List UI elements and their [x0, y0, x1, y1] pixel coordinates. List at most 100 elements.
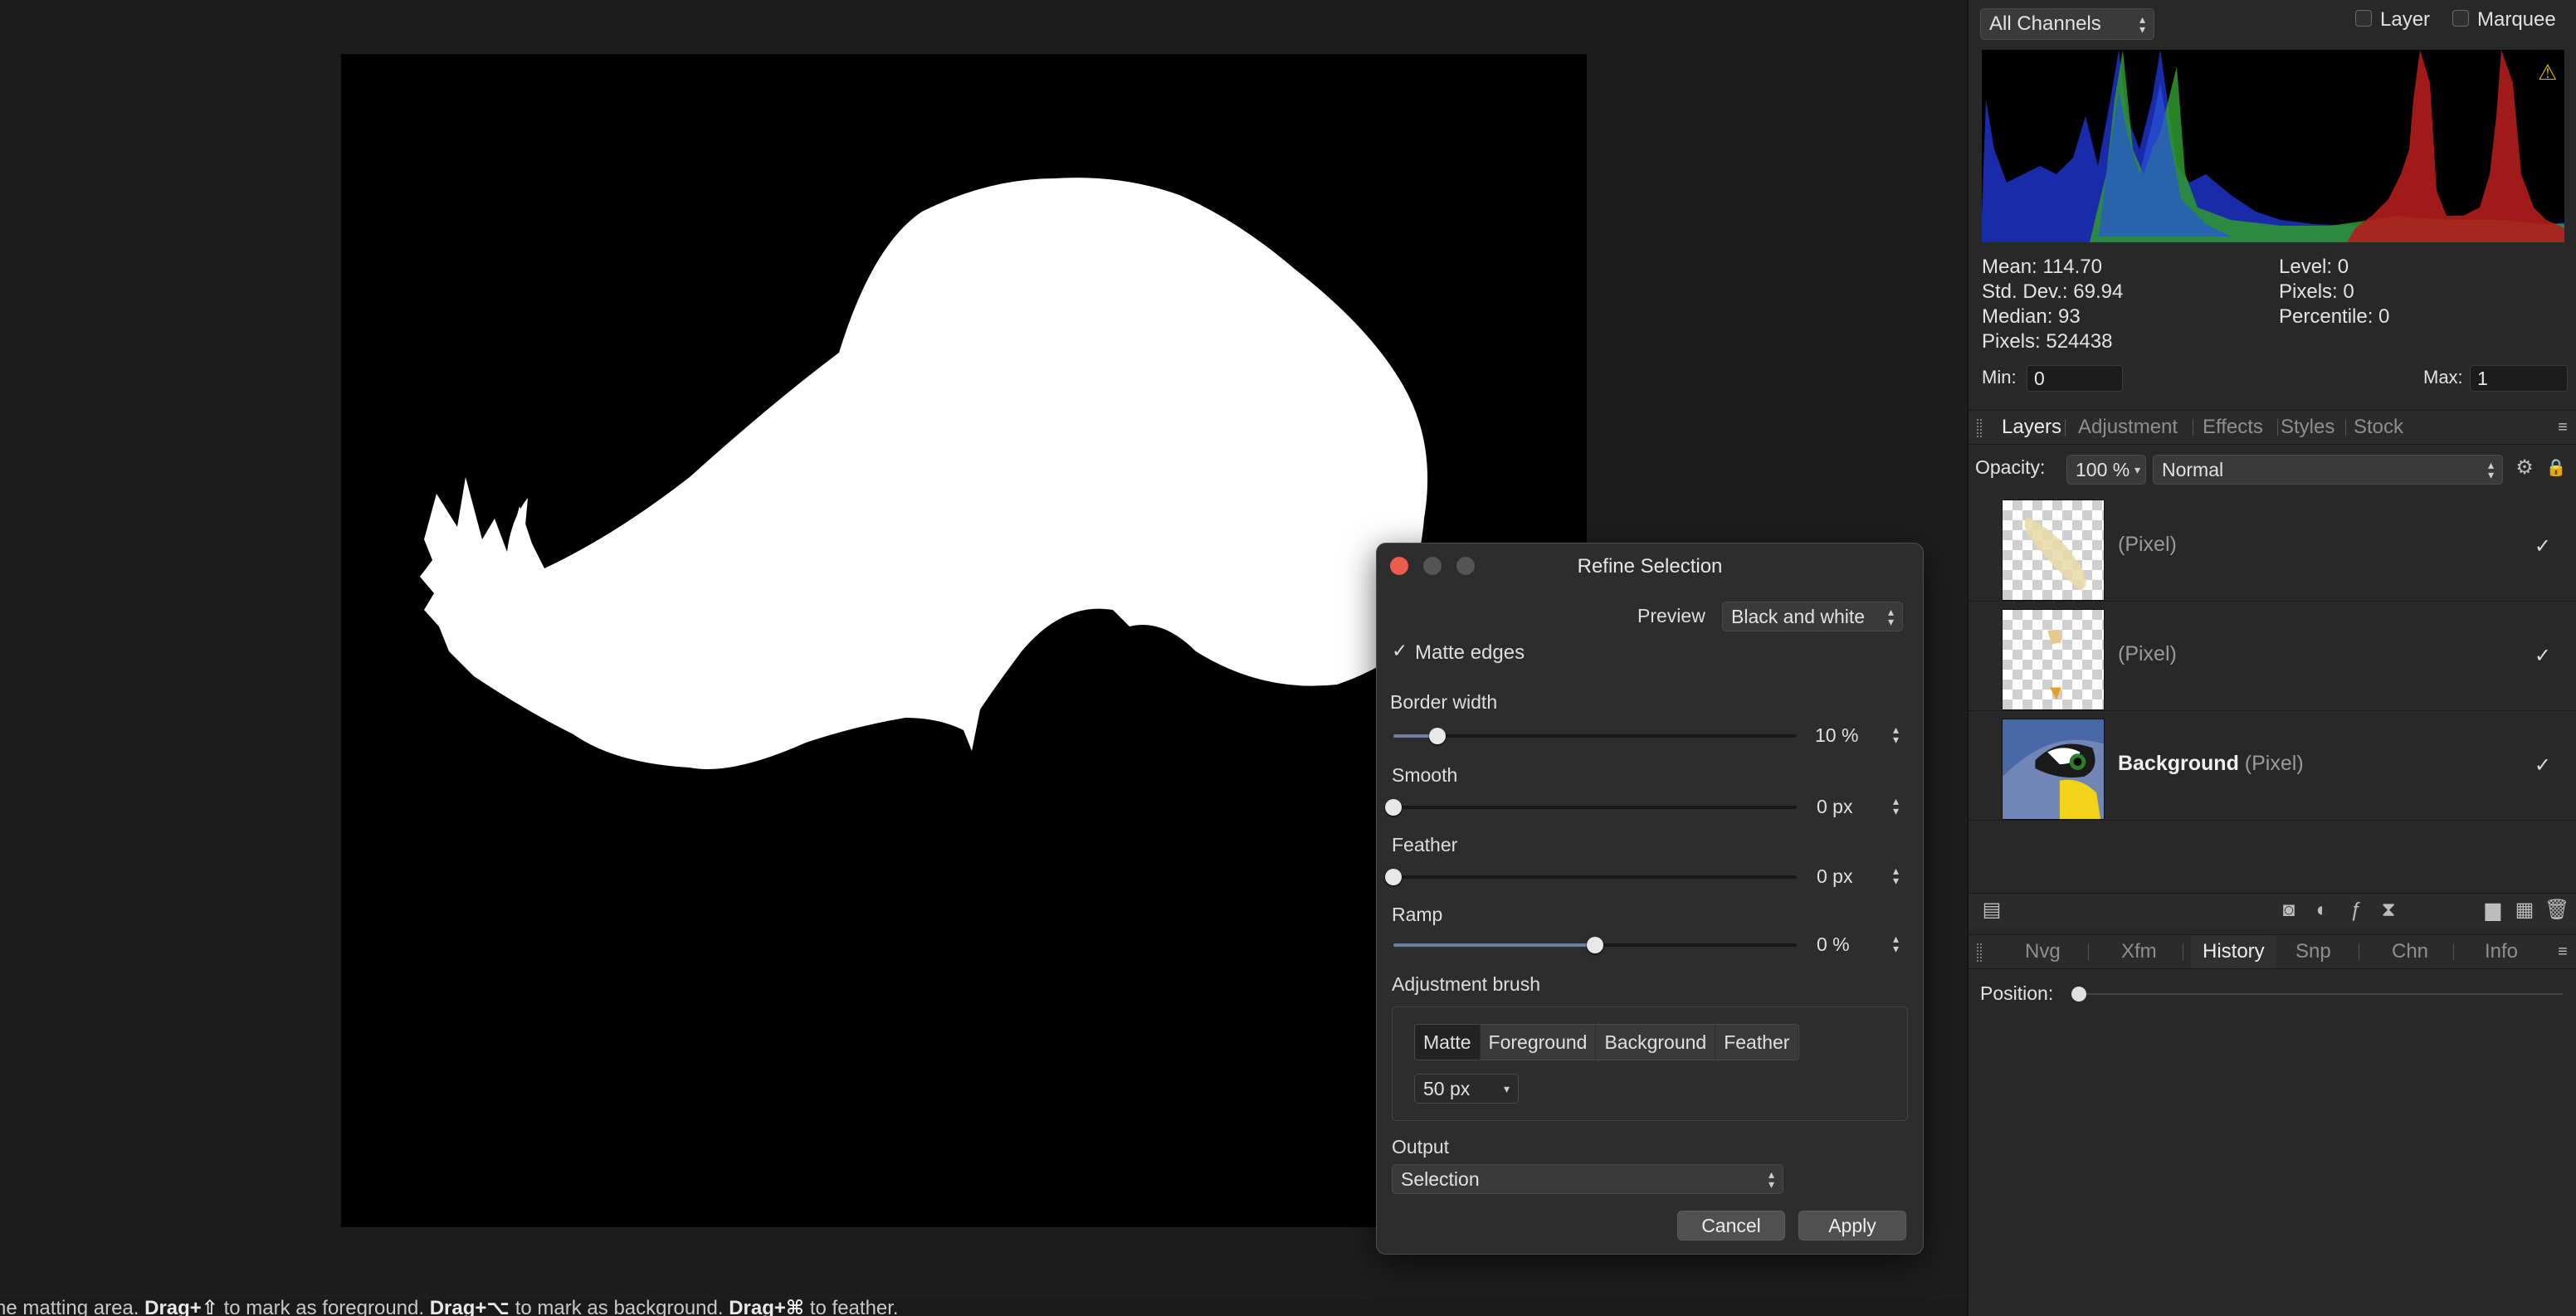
marquee-checkbox-label: Marquee [2477, 8, 2556, 31]
fx-icon[interactable]: ƒ [2344, 899, 2367, 922]
tab-channels[interactable]: Chn [2392, 935, 2428, 968]
slider-knob[interactable] [1385, 799, 1402, 816]
matte-edges-checkbox[interactable]: ✓ [1392, 640, 1408, 662]
panel-menu-icon[interactable]: ≡ [2551, 940, 2574, 963]
tab-adjustment[interactable]: Adjustment [2078, 411, 2178, 444]
warning-icon: ⚠ [2538, 60, 2558, 85]
tab-info[interactable]: Info [2485, 935, 2518, 968]
feather-label: Feather [1392, 834, 1458, 855]
panel-menu-icon[interactable]: ≡ [2551, 416, 2574, 439]
max-input[interactable]: 1 [2470, 365, 2568, 392]
gear-icon[interactable]: ⚙ [2513, 456, 2536, 480]
preview-select[interactable]: Black and white ▴ ▾ [1722, 602, 1903, 631]
layer-visibility-checkbox[interactable]: ✓ [2535, 753, 2551, 777]
history-slider-knob[interactable] [2071, 987, 2086, 1002]
panel-grip-icon[interactable] [1977, 419, 1982, 437]
layer-row[interactable]: (Pixel) ✓ [1969, 493, 2576, 602]
tab-effects[interactable]: Effects [2203, 411, 2263, 444]
brush-size-select[interactable]: 50 px ▾ [1414, 1074, 1519, 1104]
refine-selection-dialog: Refine Selection Preview Black and white… [1376, 543, 1924, 1255]
opacity-label: Opacity: [1975, 456, 2046, 478]
ramp-label: Ramp [1392, 904, 1443, 925]
mask-layer-icon[interactable]: ◙ [2277, 899, 2300, 922]
slider-knob[interactable] [1429, 728, 1447, 744]
matte-edges-label: Matte edges [1415, 641, 1525, 664]
opacity-select[interactable]: 100 % ▾ [2066, 455, 2146, 485]
histogram-mean: Mean: 114.70 [1982, 256, 2102, 278]
tab-transform[interactable]: Xfm [2121, 935, 2157, 968]
lock-icon[interactable]: 🔒 [2544, 456, 2568, 480]
tab-styles[interactable]: Styles [2281, 411, 2334, 444]
output-select[interactable]: Selection ▴ ▾ [1392, 1164, 1783, 1194]
histogram-graph [1982, 50, 2564, 242]
min-label: Min: [1982, 367, 2017, 387]
opacity-value: 100 % [2076, 458, 2130, 480]
tab-navigator[interactable]: Nvg [2025, 935, 2061, 968]
layer-checkbox[interactable] [2355, 10, 2372, 27]
smooth-value[interactable]: 0 px [1817, 796, 1852, 818]
tab-snapshots[interactable]: Snp [2295, 935, 2331, 968]
tab-layers[interactable]: Layers [2002, 411, 2061, 444]
channel-select[interactable]: All Channels ▴ ▾ [1980, 8, 2154, 40]
slider-knob[interactable] [1587, 937, 1603, 953]
blend-mode-value: Normal [2162, 458, 2224, 480]
border-width-slider[interactable] [1393, 728, 1797, 744]
layer-row[interactable]: Background (Pixel) ✓ [1969, 712, 2576, 821]
layer-name: Background (Pixel) [2118, 752, 2304, 775]
layer-name: (Pixel) [2118, 533, 2177, 556]
blend-mode-select[interactable]: Normal ▴ ▾ [2153, 455, 2503, 485]
live-filter-icon[interactable]: ⧗ [2377, 899, 2400, 922]
layer-checkbox-label: Layer [2380, 8, 2431, 31]
apply-button[interactable]: Apply [1798, 1211, 1906, 1240]
brush-mode-matte[interactable]: Matte [1415, 1025, 1481, 1060]
status-bar: he matting area. Drag+⇧ to mark as foreg… [0, 1299, 1967, 1316]
marquee-checkbox[interactable] [2452, 10, 2469, 27]
layer-thumbnail [2002, 719, 2105, 820]
trash-icon[interactable]: 🗑 [2544, 899, 2569, 922]
adjustment-icon[interactable]: ◐ [2310, 899, 2334, 922]
chevron-updown-icon: ▴ ▾ [1887, 605, 1894, 628]
dialog-title: Refine Selection [1577, 555, 1723, 578]
tab-stock[interactable]: Stock [2354, 411, 2403, 444]
layer-visibility-checkbox[interactable]: ✓ [2535, 534, 2551, 558]
brush-mode-background[interactable]: Background [1596, 1025, 1716, 1060]
layers-toolbar: ▤ ◙ ◐ ƒ ⧗ ▆ ▦ 🗑 [1969, 893, 2576, 927]
histogram-selected-pixels: Pixels: 0 [2279, 280, 2354, 303]
ramp-slider[interactable] [1393, 937, 1797, 953]
brush-mode-feather[interactable]: Feather [1715, 1025, 1799, 1060]
layer-row[interactable]: (Pixel) ✓ [1969, 602, 2576, 711]
bottom-tab-bar: Nvg Xfm History Snp Chn Info ≡ [1969, 934, 2576, 969]
cancel-button[interactable]: Cancel [1677, 1211, 1785, 1240]
smooth-slider[interactable] [1385, 799, 1797, 816]
history-position-slider[interactable] [2071, 987, 2563, 1002]
folder-icon[interactable]: ▆ [2481, 899, 2505, 922]
feather-stepper[interactable]: ▴ ▾ [1893, 865, 1899, 886]
layer-name: (Pixel) [2118, 642, 2177, 665]
smooth-label: Smooth [1392, 764, 1458, 786]
histogram-pixels: Pixels: 524438 [1982, 330, 2113, 353]
smooth-stepper[interactable]: ▴ ▾ [1893, 795, 1899, 816]
min-input[interactable]: 0 [2027, 365, 2123, 392]
brush-mode-segmented-control: Matte Foreground Background Feather [1414, 1024, 1800, 1060]
ramp-value[interactable]: 0 % [1817, 933, 1850, 956]
feather-slider[interactable] [1385, 869, 1797, 885]
border-width-stepper[interactable]: ▴ ▾ [1893, 724, 1899, 745]
feather-value[interactable]: 0 px [1817, 865, 1852, 888]
histogram-percentile: Percentile: 0 [2279, 305, 2390, 328]
brush-size-value: 50 px [1423, 1077, 1471, 1099]
slider-knob[interactable] [1385, 869, 1402, 885]
layers-stack-icon[interactable]: ▤ [1980, 899, 2003, 922]
status-hint: he matting area. Drag+⇧ to mark as foreg… [0, 1299, 899, 1316]
panel-grip-icon[interactable] [1977, 943, 1982, 962]
brush-mode-foreground[interactable]: Foreground [1480, 1025, 1597, 1060]
tab-history[interactable]: History [2191, 935, 2276, 968]
preview-select-value: Black and white [1731, 605, 1866, 627]
adjustment-brush-label: Adjustment brush [1392, 973, 1540, 995]
channel-select-value: All Channels [1989, 12, 2101, 35]
ramp-stepper[interactable]: ▴ ▾ [1893, 933, 1899, 954]
layers-tab-bar: Layers Adjustment Effects Styles Stock ≡ [1969, 410, 2576, 445]
add-pixel-layer-icon[interactable]: ▦ [2513, 899, 2536, 922]
border-width-value[interactable]: 10 % [1815, 724, 1858, 747]
layer-visibility-checkbox[interactable]: ✓ [2535, 644, 2551, 668]
histogram-median: Median: 93 [1982, 305, 2081, 328]
